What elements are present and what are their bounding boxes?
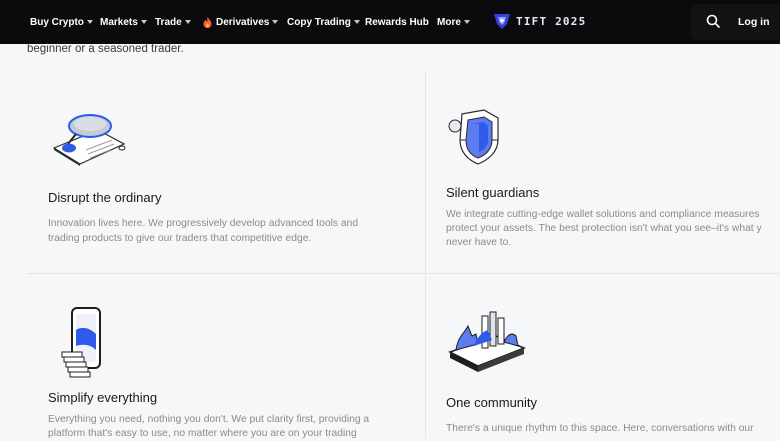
nav-copy-trading-label: Copy Trading xyxy=(287,16,351,28)
brand-emblem-icon xyxy=(494,14,510,29)
nav-more[interactable]: More xyxy=(437,0,470,44)
feature-description-line: Everything you need, nothing you don't. … xyxy=(48,414,370,425)
feature-title: Simplify everything xyxy=(48,390,158,405)
nav-trade-label: Trade xyxy=(155,16,182,28)
chevron-down-icon xyxy=(353,20,360,24)
nav-more-label: More xyxy=(437,16,461,28)
nav-trade[interactable]: Trade xyxy=(155,0,191,44)
phone-stairs-illustration xyxy=(61,307,101,378)
nav-rewards-hub-label: Rewards Hub xyxy=(365,16,429,28)
nav-markets-label: Markets xyxy=(100,16,138,28)
feature-description-line: There's a unique rhythm to this space. H… xyxy=(446,423,754,434)
nav-buy-crypto[interactable]: Buy Crypto xyxy=(30,0,93,44)
top-navigation: Buy Crypto Markets Trade Derivatives Cop… xyxy=(0,0,780,44)
flame-icon xyxy=(203,16,212,28)
nav-rewards-hub[interactable]: Rewards Hub xyxy=(365,0,429,44)
magnifier-document-illustration xyxy=(52,114,126,166)
nav-markets[interactable]: Markets xyxy=(100,0,147,44)
feature-description-line: trading products to give our traders tha… xyxy=(48,233,312,244)
feature-title: Disrupt the ordinary xyxy=(48,190,162,205)
nav-derivatives-label: Derivatives xyxy=(216,16,270,28)
row-divider xyxy=(27,273,780,274)
city-platform-illustration xyxy=(448,311,526,372)
chevron-down-icon xyxy=(184,20,191,24)
brand-text: TIFT 2025 xyxy=(516,14,587,28)
feature-title: One community xyxy=(446,395,538,410)
shield-illustration xyxy=(448,109,499,165)
column-divider xyxy=(425,72,426,439)
feature-description-line: protect your assets. The best protection… xyxy=(446,223,762,234)
brand-logo[interactable]: TIFT 2025 xyxy=(493,12,586,30)
nav-buy-crypto-label: Buy Crypto xyxy=(30,16,84,28)
login-button[interactable]: Log in xyxy=(738,0,770,44)
chevron-down-icon xyxy=(272,20,279,24)
feature-description-line: Innovation lives here. We progressively … xyxy=(48,218,359,229)
chevron-down-icon xyxy=(140,20,147,24)
intro-text: beginner or a seasoned trader. xyxy=(27,43,184,55)
feature-title: Silent guardians xyxy=(446,185,540,200)
feature-description-line: We integrate cutting-edge wallet solutio… xyxy=(446,209,760,220)
feature-description-line: never have to. xyxy=(446,237,512,248)
nav-derivatives[interactable]: Derivatives xyxy=(203,0,279,44)
chevron-down-icon xyxy=(463,20,470,24)
nav-copy-trading[interactable]: Copy Trading xyxy=(287,0,360,44)
chevron-down-icon xyxy=(86,20,93,24)
search-icon[interactable] xyxy=(706,14,720,28)
